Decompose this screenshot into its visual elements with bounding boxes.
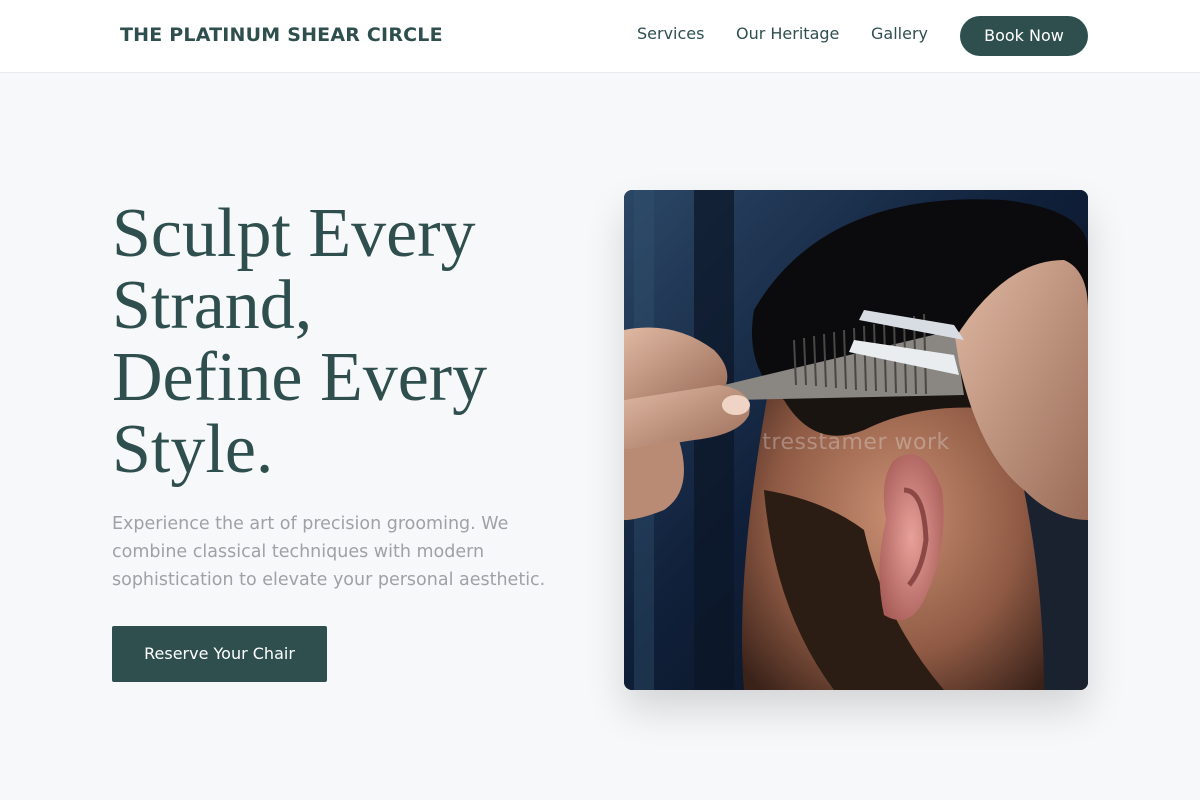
top-navbar: THE PLATINUM SHEAR CIRCLE Services Our H… [0, 0, 1200, 73]
hero-title-line: Strand, [112, 267, 313, 344]
hero-title-line: Define Every [112, 339, 488, 416]
book-now-button[interactable]: Book Now [960, 16, 1088, 56]
reserve-chair-button[interactable]: Reserve Your Chair [112, 626, 327, 682]
brand-logo-text[interactable]: THE PLATINUM SHEAR CIRCLE [120, 24, 443, 46]
image-watermark: tresstamer work [762, 430, 950, 455]
nav-link-gallery[interactable]: Gallery [871, 24, 928, 43]
hero-title-line: Sculpt Every [112, 195, 476, 272]
hero-description: Experience the art of precision grooming… [112, 514, 546, 590]
hero-photo-barber: tresstamer work [624, 190, 1088, 690]
nav-link-services[interactable]: Services [637, 24, 704, 43]
nav-link-our-heritage[interactable]: Our Heritage [736, 24, 839, 43]
hero-title: Sculpt Every Strand, Define Every Style. [112, 198, 592, 486]
hero-title-line: Style. [112, 411, 274, 488]
